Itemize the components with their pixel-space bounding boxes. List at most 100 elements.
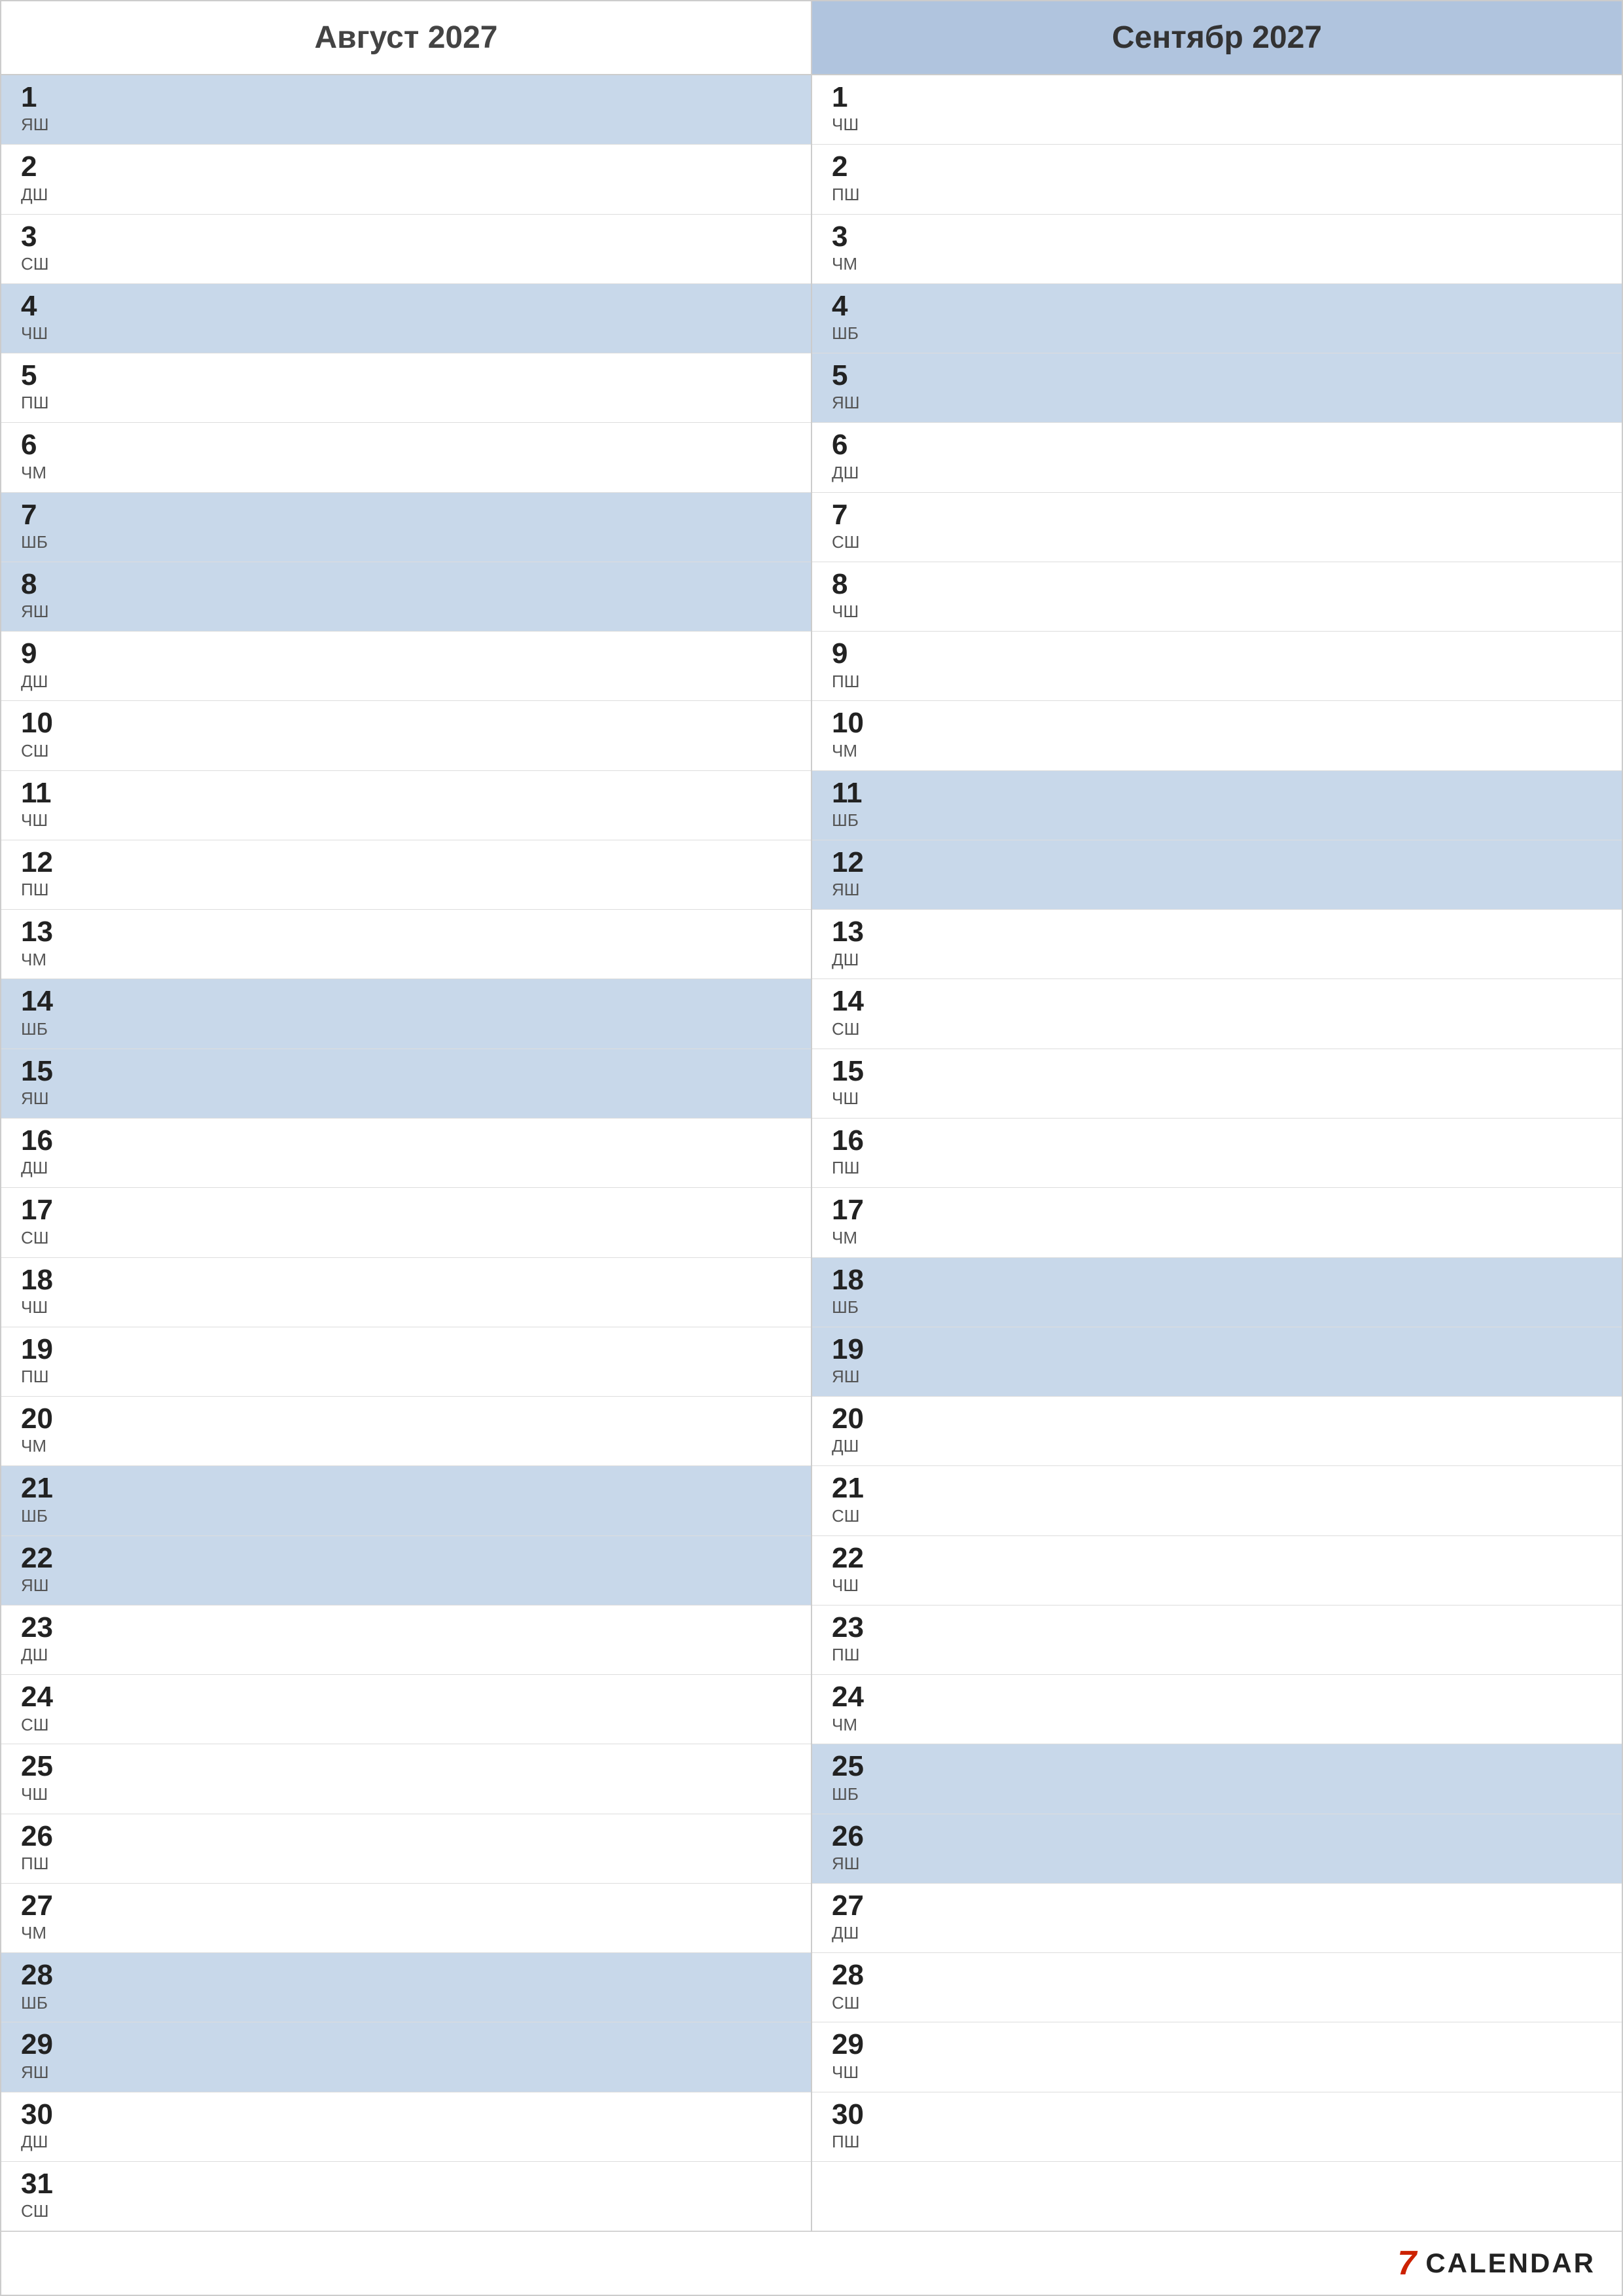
day-number: 24 (21, 1681, 67, 1713)
august-header: Август 2027 (1, 1, 812, 75)
day-number: 16 (21, 1125, 67, 1157)
day-abbr: ДШ (21, 185, 67, 205)
sep-day-row: 17 ЧМ (812, 1188, 1622, 1257)
day-abbr: ДШ (21, 672, 67, 692)
day-number: 15 (832, 1056, 878, 1087)
day-cell: 16 ДШ (21, 1125, 67, 1178)
day-cell: 24 ЧМ (832, 1681, 878, 1734)
day-abbr: ШБ (832, 1297, 878, 1318)
day-number: 18 (21, 1265, 67, 1296)
day-abbr: ЯШ (832, 1854, 878, 1874)
aug-day-row: 2 ДШ (1, 145, 811, 214)
sep-day-row: 27 ДШ (812, 1884, 1622, 1953)
day-cell: 12 ПШ (21, 847, 67, 900)
day-number: 29 (832, 2029, 878, 2060)
day-abbr: СШ (21, 1228, 67, 1248)
day-number: 14 (21, 986, 67, 1017)
day-abbr: ДШ (21, 1158, 67, 1178)
months-header: Август 2027 Сентябр 2027 (1, 1, 1622, 75)
day-cell: 8 ЯШ (21, 569, 67, 622)
days-grid: 1 ЯШ 2 ДШ 3 СШ 4 ЧШ 5 ПШ 6 ЧМ 7 ШБ (1, 75, 1622, 2231)
day-number: 25 (832, 1751, 878, 1782)
aug-day-row: 21 ШБ (1, 1466, 811, 1535)
day-cell: 10 СШ (21, 708, 67, 761)
day-number: 2 (21, 151, 67, 183)
september-title: Сентябр 2027 (1112, 20, 1322, 55)
day-cell: 28 СШ (832, 1960, 878, 2013)
sep-day-row: 19 ЯШ (812, 1327, 1622, 1397)
day-cell: 3 ЧМ (832, 221, 878, 274)
day-abbr: ПШ (832, 1645, 878, 1665)
day-cell: 2 ДШ (21, 151, 67, 204)
day-abbr: ПШ (21, 880, 67, 900)
day-cell: 15 ЯШ (21, 1056, 67, 1109)
day-abbr: ЧМ (832, 1715, 878, 1735)
sep-day-row: 30 ПШ (812, 2092, 1622, 2162)
day-cell: 19 ЯШ (832, 1334, 878, 1387)
day-number: 10 (832, 708, 878, 739)
day-abbr: СШ (21, 741, 67, 761)
day-abbr: ЧШ (832, 1575, 878, 1596)
day-number: 26 (832, 1821, 878, 1852)
day-number: 4 (21, 291, 67, 322)
aug-day-row: 23 ДШ (1, 1605, 811, 1675)
sep-day-row: 22 ЧШ (812, 1536, 1622, 1605)
aug-day-row: 7 ШБ (1, 493, 811, 562)
day-cell: 19 ПШ (21, 1334, 67, 1387)
day-abbr: ПШ (21, 393, 67, 413)
day-number: 13 (21, 916, 67, 948)
day-number: 15 (21, 1056, 67, 1087)
day-number: 23 (21, 1612, 67, 1643)
day-abbr: ДШ (832, 950, 878, 970)
aug-day-row: 20 ЧМ (1, 1397, 811, 1466)
sep-day-row: 25 ШБ (812, 1744, 1622, 1814)
day-number: 12 (832, 847, 878, 878)
day-abbr: ЧШ (832, 2062, 878, 2083)
day-abbr: ЯШ (21, 2062, 67, 2083)
sep-day-row: 11 ШБ (812, 771, 1622, 840)
august-title: Август 2027 (315, 20, 498, 55)
sep-day-row: 21 СШ (812, 1466, 1622, 1535)
day-abbr: ЧШ (832, 1088, 878, 1109)
day-cell: 28 ШБ (21, 1960, 67, 2013)
day-abbr: ЧШ (21, 323, 67, 344)
august-column: 1 ЯШ 2 ДШ 3 СШ 4 ЧШ 5 ПШ 6 ЧМ 7 ШБ (1, 75, 812, 2231)
day-number: 27 (21, 1890, 67, 1922)
day-abbr: ЧМ (832, 1228, 878, 1248)
day-number: 29 (21, 2029, 67, 2060)
sep-day-row: 3 ЧМ (812, 215, 1622, 284)
sep-day-row: 23 ПШ (812, 1605, 1622, 1675)
footer: 7 CALENDAR (1, 2231, 1622, 2295)
day-number: 9 (832, 638, 878, 670)
day-abbr: ШБ (21, 1993, 67, 2013)
day-cell: 21 ШБ (21, 1473, 67, 1526)
day-number: 23 (832, 1612, 878, 1643)
aug-day-row: 18 ЧШ (1, 1258, 811, 1327)
day-cell: 1 ЧШ (832, 82, 878, 135)
day-cell: 30 ПШ (832, 2099, 878, 2152)
day-cell: 3 СШ (21, 221, 67, 274)
aug-day-row: 5 ПШ (1, 353, 811, 423)
day-abbr: СШ (21, 2201, 67, 2221)
day-number: 17 (21, 1194, 67, 1226)
aug-day-row: 3 СШ (1, 215, 811, 284)
day-cell: 9 ПШ (832, 638, 878, 691)
aug-day-row: 26 ПШ (1, 1814, 811, 1884)
day-cell: 29 ЧШ (832, 2029, 878, 2082)
day-abbr: ШБ (832, 810, 878, 831)
day-number: 4 (832, 291, 878, 322)
day-number: 22 (21, 1543, 67, 1574)
day-abbr: СШ (832, 532, 878, 552)
day-number: 30 (21, 2099, 67, 2130)
sep-day-row: 5 ЯШ (812, 353, 1622, 423)
sep-day-row: 26 ЯШ (812, 1814, 1622, 1884)
day-number: 10 (21, 708, 67, 739)
day-number: 28 (832, 1960, 878, 1991)
day-abbr: ШБ (21, 532, 67, 552)
day-number: 28 (21, 1960, 67, 1991)
calendar-container: Август 2027 Сентябр 2027 1 ЯШ 2 ДШ 3 СШ … (0, 0, 1623, 2296)
day-cell: 17 ЧМ (832, 1194, 878, 1247)
day-cell: 23 ПШ (832, 1612, 878, 1665)
calendar-brand: 7 CALENDAR (1397, 2244, 1596, 2283)
aug-day-row: 15 ЯШ (1, 1049, 811, 1119)
